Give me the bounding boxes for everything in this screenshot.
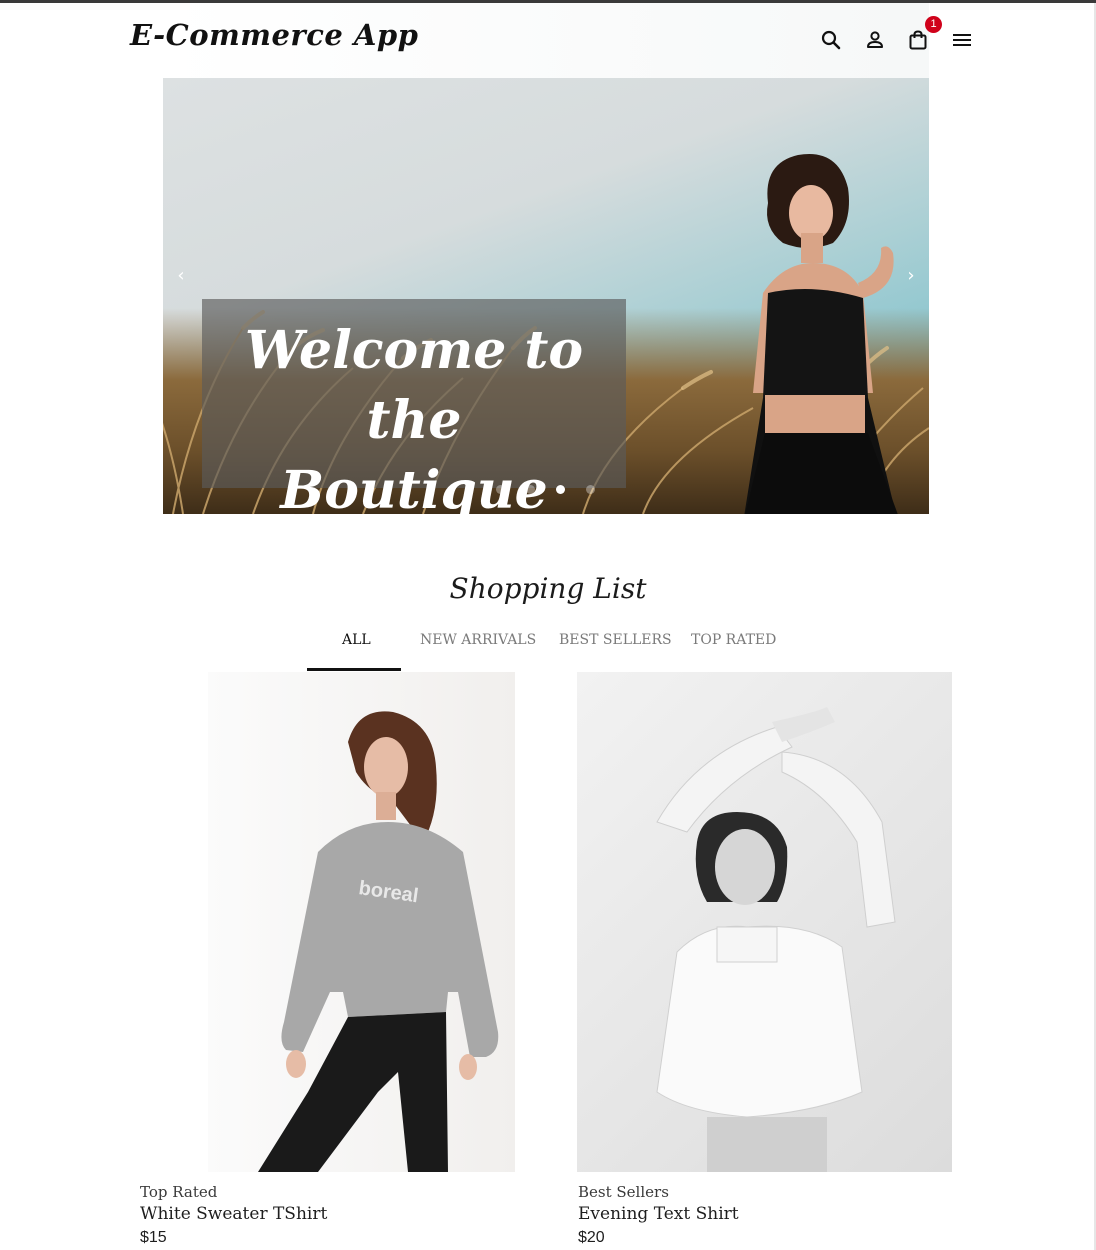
product-image[interactable] xyxy=(577,672,952,1172)
hero-title: Welcome to the Boutique xyxy=(244,320,584,514)
product-price: $15 xyxy=(140,1229,167,1246)
hero-carousel: Welcome to the Boutique ‹ › xyxy=(163,78,929,514)
tab-new-arrivals[interactable]: NEW ARRIVALS xyxy=(420,632,536,648)
product-category: Best Sellers xyxy=(578,1183,669,1201)
site-logo[interactable]: E-Commerce App xyxy=(130,18,418,52)
product-price: $20 xyxy=(578,1229,605,1246)
shopping-list-title: Shopping List xyxy=(449,572,647,605)
user-icon[interactable] xyxy=(863,28,887,52)
tab-best-sellers[interactable]: BEST SELLERS xyxy=(559,632,672,648)
carousel-dot[interactable] xyxy=(556,485,565,494)
menu-icon[interactable] xyxy=(950,28,974,52)
tab-top-rated[interactable]: TOP RATED xyxy=(691,632,776,648)
active-tab-indicator xyxy=(307,668,401,671)
shopping-bag-icon[interactable] xyxy=(906,28,930,52)
carousel-prev-icon[interactable]: ‹ xyxy=(171,266,191,286)
carousel-dot[interactable] xyxy=(526,485,535,494)
carousel-dot[interactable] xyxy=(586,485,595,494)
product-name[interactable]: White Sweater TShirt xyxy=(140,1204,327,1224)
carousel-next-icon[interactable]: › xyxy=(901,266,921,286)
tab-all[interactable]: ALL xyxy=(342,632,371,648)
cart-count-badge: 1 xyxy=(925,16,942,33)
product-image[interactable]: boreal xyxy=(208,672,515,1172)
search-icon[interactable] xyxy=(819,28,843,52)
product-name[interactable]: Evening Text Shirt xyxy=(578,1204,739,1224)
product-category: Top Rated xyxy=(140,1183,218,1201)
hero-model-image xyxy=(744,153,898,514)
carousel-dot[interactable] xyxy=(496,485,505,494)
